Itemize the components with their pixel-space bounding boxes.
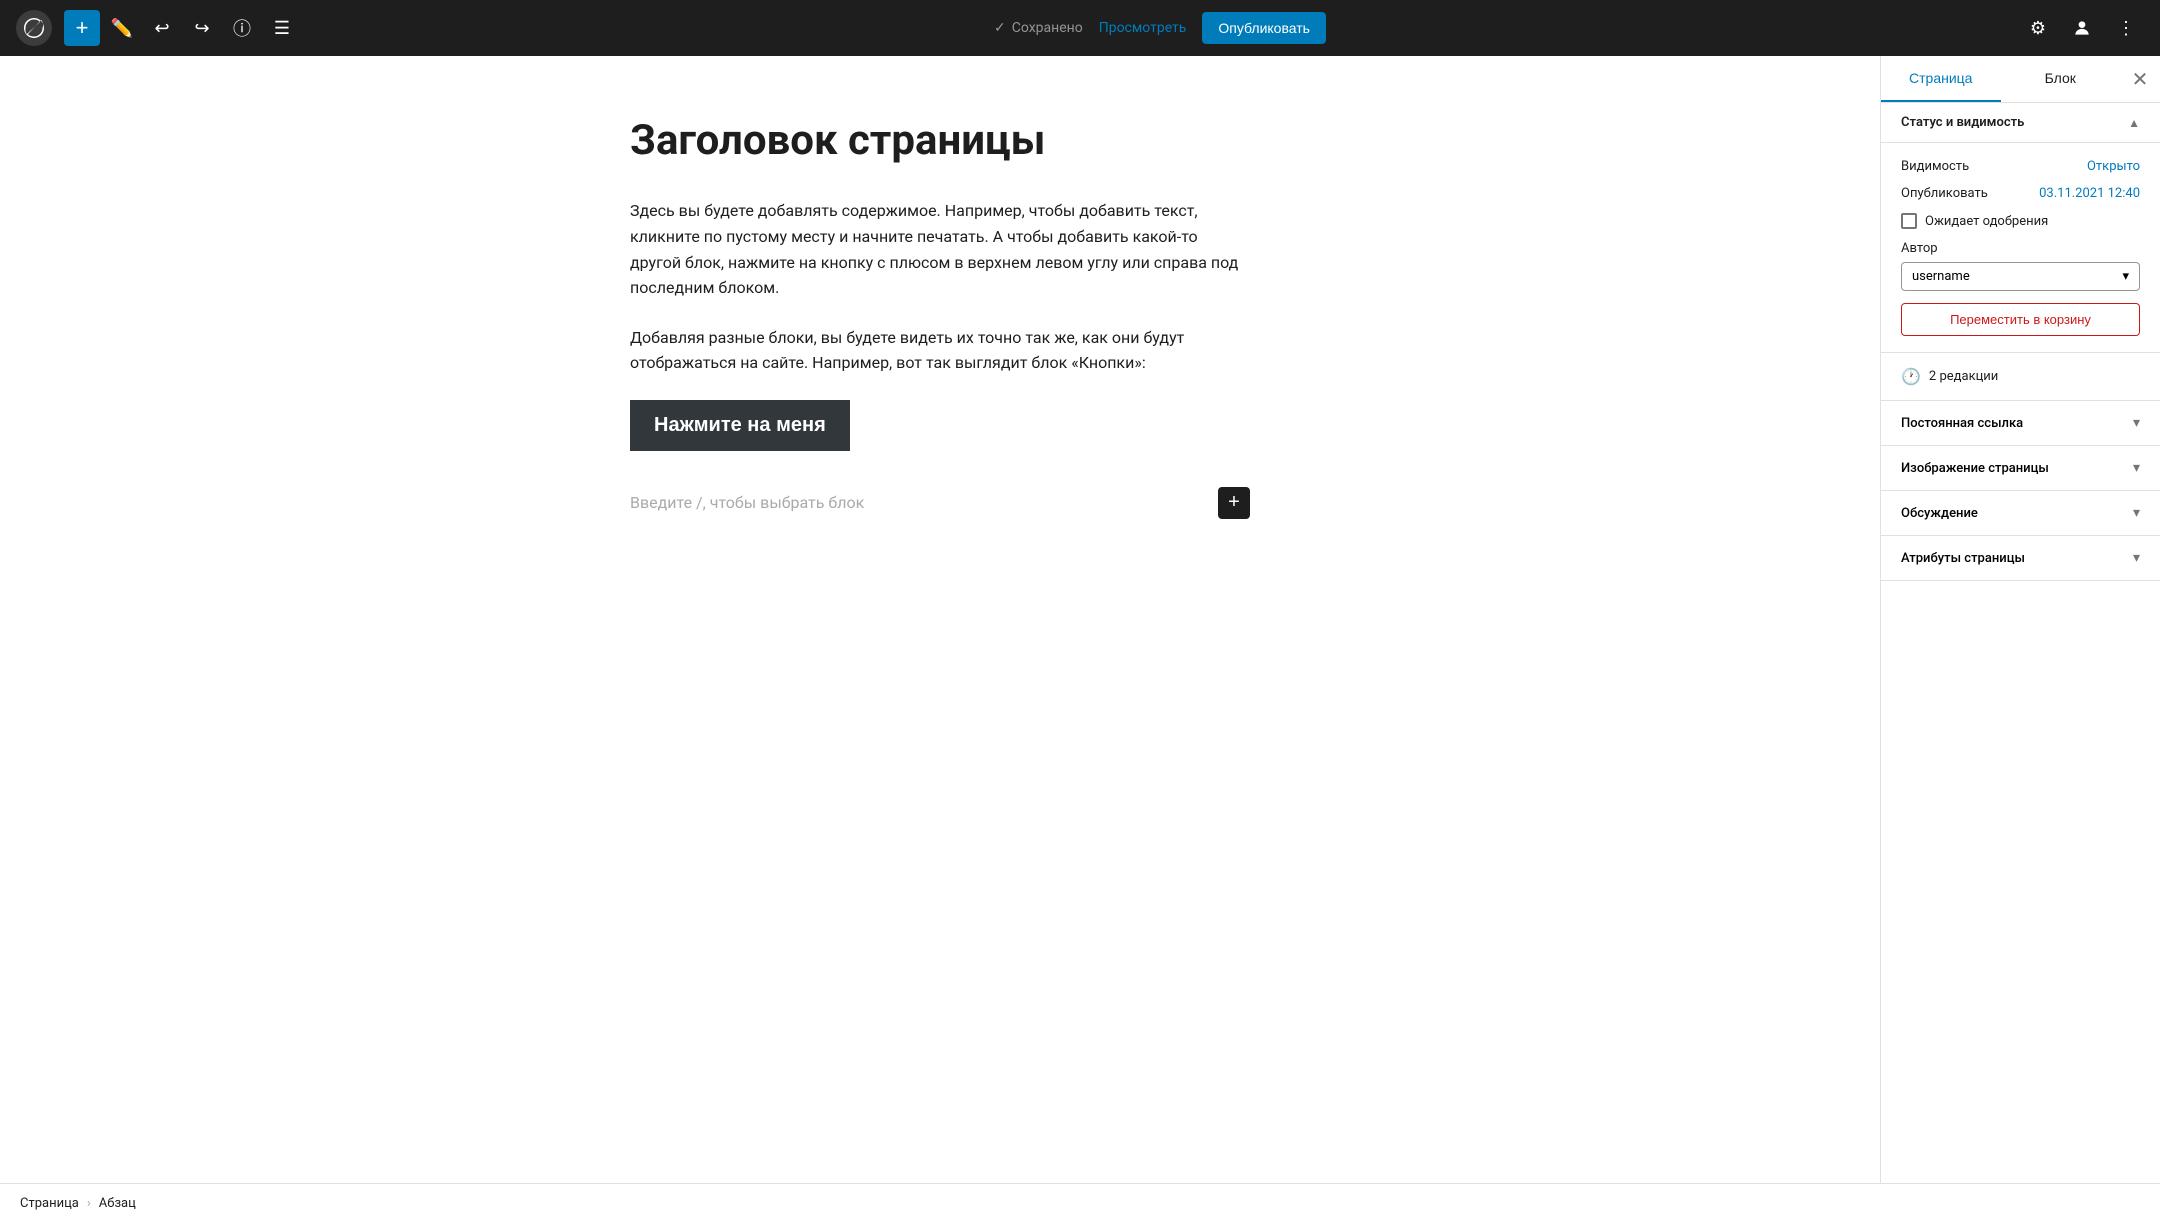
info-button[interactable]: ⓘ (224, 10, 260, 46)
author-label: Автор (1901, 241, 2140, 256)
publish-date-value[interactable]: 03.11.2021 12:40 (2039, 186, 2140, 201)
toolbar-center: ✓ Сохранено Просмотреть Опубликовать (994, 12, 1326, 44)
tab-page[interactable]: Страница (1881, 56, 2001, 102)
publish-label: Опубликовать (1901, 186, 1988, 201)
statusbar-page[interactable]: Страница (20, 1196, 79, 1211)
button-block-container: Нажмите на меня (630, 400, 1250, 451)
sidebar: Страница Блок ✕ Статус и видимость ▲ Вид… (1880, 56, 2160, 1183)
author-select[interactable]: username ▾ (1901, 262, 2140, 291)
discussion-section[interactable]: Обсуждение ▾ (1881, 491, 2160, 536)
sidebar-tabs: Страница Блок ✕ (1881, 56, 2160, 103)
author-value: username (1912, 269, 1970, 284)
revisions-icon: 🕐 (1901, 367, 1921, 386)
tab-block[interactable]: Блок (2001, 56, 2121, 102)
editor-content: Заголовок страницы Здесь вы будете добав… (590, 116, 1290, 527)
attributes-chevron-icon: ▾ (2133, 550, 2140, 566)
publish-date-row: Опубликовать 03.11.2021 12:40 (1901, 186, 2140, 201)
paragraph-block-2[interactable]: Добавляя разные блоки, вы будете видеть … (630, 325, 1250, 376)
statusbar: Страница › Абзац (0, 1183, 2160, 1223)
page-image-label: Изображение страницы (1901, 461, 2049, 476)
placeholder-text: Введите /, чтобы выбрать блок (630, 493, 1218, 512)
visibility-row: Видимость Открыто (1901, 159, 2140, 174)
author-chevron-icon: ▾ (2122, 269, 2129, 284)
saved-label: Сохранено (1012, 20, 1083, 36)
author-row: Автор username ▾ (1901, 241, 2140, 291)
toolbar-left: + ✏️ ↩ ↪ ⓘ ☰ (16, 10, 300, 46)
pending-label: Ожидает одобрения (1925, 214, 2048, 229)
pending-checkbox[interactable] (1901, 213, 1917, 229)
statusbar-separator: › (87, 1196, 91, 1211)
block-placeholder[interactable]: Введите /, чтобы выбрать блок + (630, 479, 1250, 527)
visibility-label: Видимость (1901, 159, 1969, 174)
revisions-row[interactable]: 🕐 2 редакции (1881, 353, 2160, 401)
page-image-section[interactable]: Изображение страницы ▾ (1881, 446, 2160, 491)
toolbar-right: ⚙ ⋮ (2020, 10, 2144, 46)
status-section-inner: Видимость Открыто Опубликовать 03.11.202… (1881, 143, 2160, 353)
check-icon: ✓ (994, 20, 1006, 36)
permalink-section[interactable]: Постоянная ссылка ▾ (1881, 401, 2160, 446)
settings-button[interactable]: ⚙ (2020, 10, 2056, 46)
editor-area: Заголовок страницы Здесь вы будете добав… (0, 56, 1880, 1183)
more-options-button[interactable]: ⋮ (2108, 10, 2144, 46)
view-link[interactable]: Просмотреть (1099, 20, 1187, 36)
pending-row: Ожидает одобрения (1901, 213, 2140, 229)
visibility-value[interactable]: Открыто (2087, 159, 2140, 174)
permalink-chevron-icon: ▾ (2133, 415, 2140, 431)
page-image-chevron-icon: ▾ (2133, 460, 2140, 476)
publish-button[interactable]: Опубликовать (1202, 12, 1326, 44)
trash-button[interactable]: Переместить в корзину (1901, 303, 2140, 336)
user-button[interactable] (2064, 10, 2100, 46)
attributes-section[interactable]: Атрибуты страницы ▾ (1881, 536, 2160, 581)
paragraph-block-1[interactable]: Здесь вы будете добавлять содержимое. На… (630, 198, 1250, 300)
status-chevron-up-icon: ▲ (2128, 116, 2140, 130)
attributes-label: Атрибуты страницы (1901, 551, 2025, 566)
status-section-label: Статус и видимость (1901, 115, 2024, 130)
saved-status: ✓ Сохранено (994, 20, 1083, 36)
permalink-label: Постоянная ссылка (1901, 416, 2023, 431)
list-view-button[interactable]: ☰ (264, 10, 300, 46)
redo-button[interactable]: ↪ (184, 10, 220, 46)
statusbar-paragraph[interactable]: Абзац (99, 1196, 136, 1211)
toolbar: + ✏️ ↩ ↪ ⓘ ☰ ✓ Сохранено Просмотреть Опу… (0, 0, 2160, 56)
main-layout: Заголовок страницы Здесь вы будете добав… (0, 56, 2160, 1183)
page-title[interactable]: Заголовок страницы (630, 116, 1250, 166)
wordpress-logo[interactable] (16, 10, 52, 46)
add-block-button[interactable]: + (64, 10, 100, 46)
undo-button[interactable]: ↩ (144, 10, 180, 46)
status-section-header[interactable]: Статус и видимость ▲ (1881, 103, 2160, 143)
discussion-label: Обсуждение (1901, 506, 1978, 521)
content-button[interactable]: Нажмите на меня (630, 400, 850, 451)
revisions-text: 2 редакции (1929, 369, 1998, 384)
edit-tool-button[interactable]: ✏️ (104, 10, 140, 46)
add-block-inline-button[interactable]: + (1218, 487, 1250, 519)
discussion-chevron-icon: ▾ (2133, 505, 2140, 521)
sidebar-close-button[interactable]: ✕ (2120, 56, 2160, 102)
